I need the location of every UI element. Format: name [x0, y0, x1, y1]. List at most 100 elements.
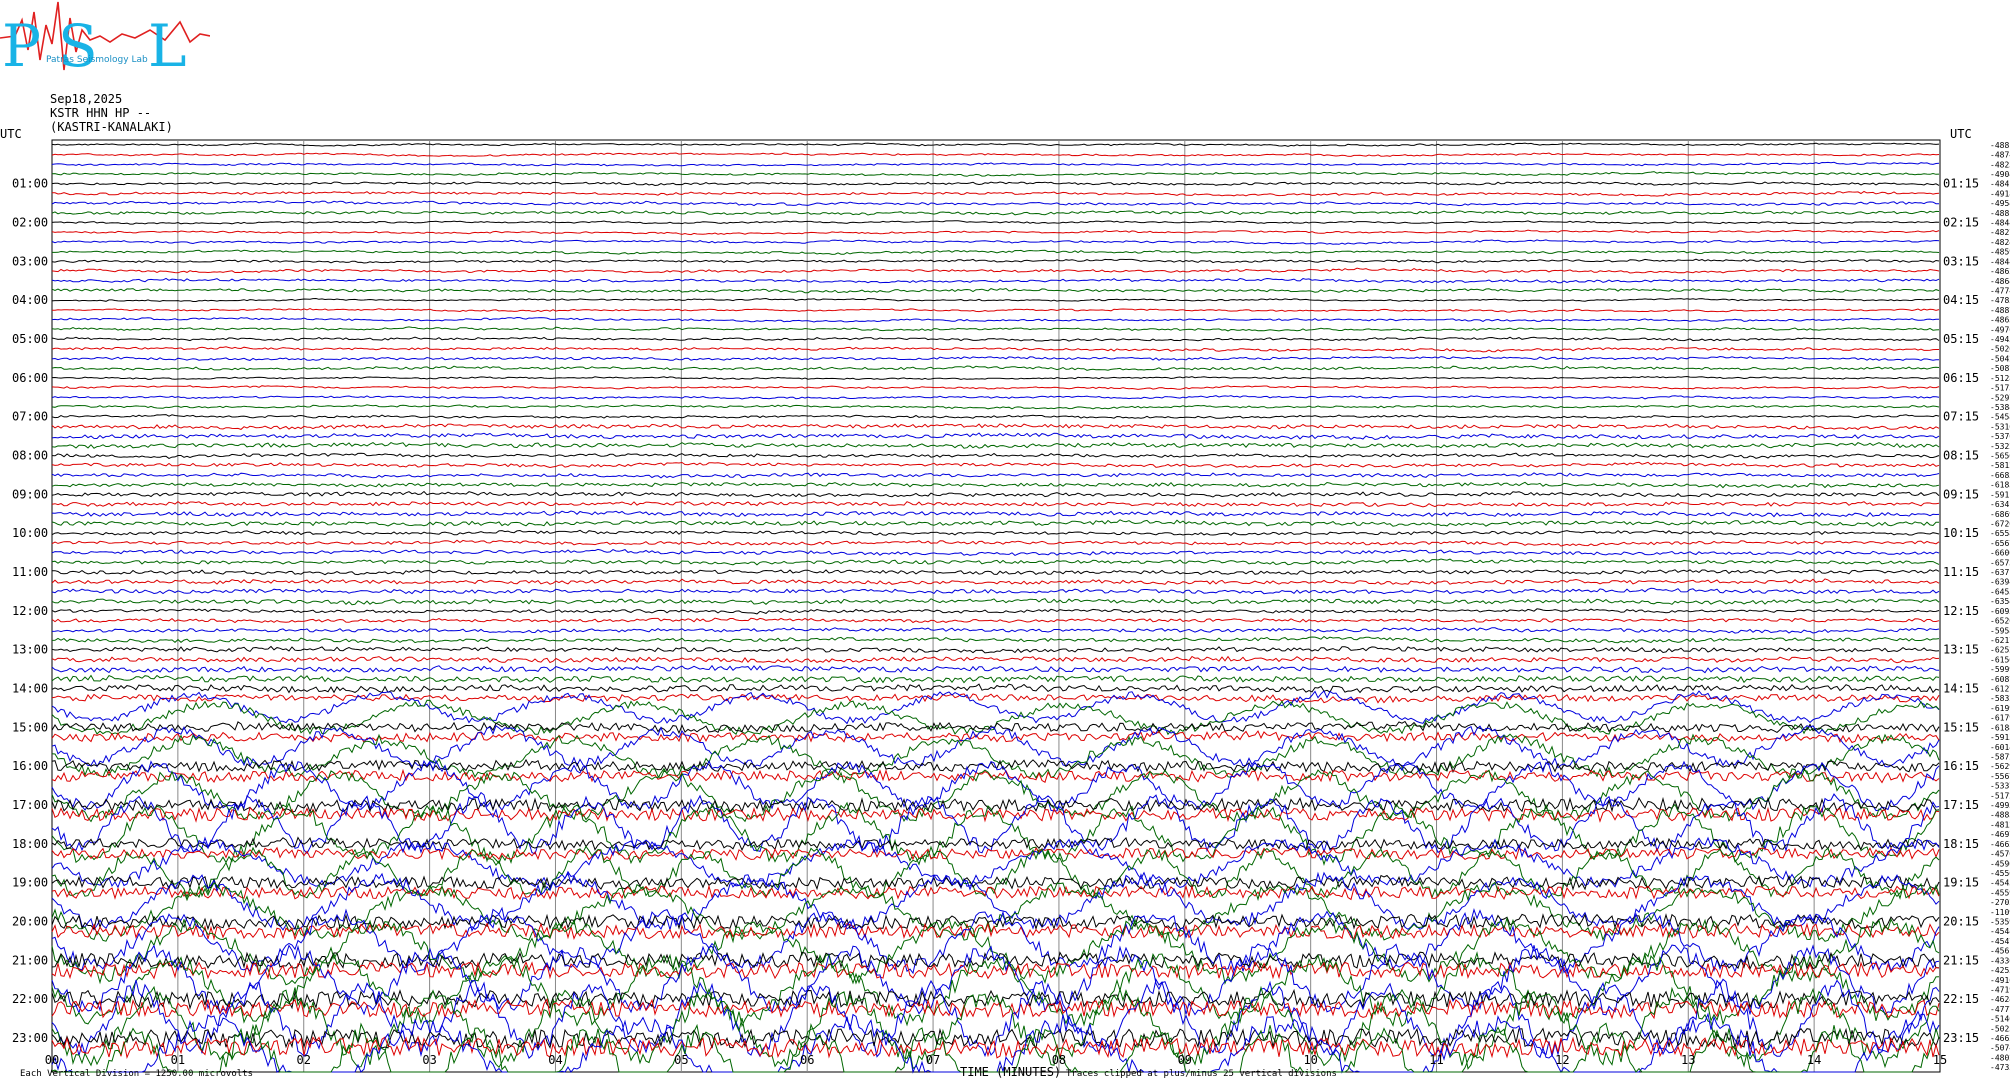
trace-value-label: -6869	[1990, 510, 2010, 519]
trace-value-label: -5656	[1990, 452, 2010, 461]
trace-value-label: -6179	[1990, 714, 2010, 723]
trace-value-label: -4874	[1990, 151, 2010, 160]
trace-value-label: -6394	[1990, 578, 2010, 587]
right-hour-label: 18:15	[1943, 837, 1979, 851]
trace-value-label: -4859	[1990, 248, 2010, 257]
right-hour-label: 02:15	[1943, 216, 1979, 230]
trace-value-label: -4862	[1990, 267, 2010, 276]
trace-value-label: -4802	[1990, 1053, 2010, 1062]
seismic-trace	[51, 346, 1939, 353]
left-hour-label: 09:00	[12, 487, 48, 501]
trace-value-label: -5567	[1990, 772, 2010, 781]
seismic-trace	[51, 267, 1940, 274]
trace-value-label: -6720	[1990, 519, 2010, 528]
seismic-trace	[51, 297, 1940, 302]
minute-tick-label: 05	[674, 1053, 688, 1067]
left-hour-label: 16:00	[12, 759, 48, 773]
seismic-trace	[51, 558, 1940, 566]
right-hour-label: 21:15	[1943, 953, 1979, 967]
trace-value-label: -6127	[1990, 685, 2010, 694]
time-axis-label: TIME (MINUTES)	[960, 1065, 1061, 1079]
left-hour-label: 01:00	[12, 177, 48, 191]
trace-value-label: -4827	[1990, 228, 2010, 237]
right-hour-label: 05:15	[1943, 332, 1979, 346]
right-hour-label: 09:15	[1943, 487, 1979, 501]
left-hour-label: 13:00	[12, 643, 48, 657]
trace-value-label: -6371	[1990, 568, 2010, 577]
minute-tick-label: 09	[1178, 1053, 1192, 1067]
left-hour-label: 11:00	[12, 565, 48, 579]
trace-value-label: -6573	[1990, 558, 2010, 567]
seismic-trace	[51, 674, 1940, 684]
trace-value-label: -6252	[1990, 646, 2010, 655]
trace-value-label: -5087	[1990, 364, 2010, 373]
trace-value-label: -4844	[1990, 257, 2010, 266]
seismic-trace	[51, 181, 1940, 187]
trace-value-label: -4561	[1990, 947, 2010, 956]
trace-value-label: -5172	[1990, 791, 2010, 800]
trace-value-label: -5911	[1990, 490, 2010, 499]
seismic-trace	[51, 1035, 1940, 1060]
seismic-trace	[51, 472, 1940, 479]
minute-tick-label: 06	[800, 1053, 814, 1067]
seismic-trace	[51, 432, 1940, 441]
left-hour-label: 10:00	[12, 526, 48, 540]
trace-value-label: -5128	[1990, 374, 2010, 383]
trace-value-label: -4545	[1990, 879, 2010, 888]
seismic-trace	[51, 442, 1940, 449]
seismic-trace	[51, 452, 1940, 459]
seismic-trace	[51, 608, 1940, 615]
trace-value-label: -4824	[1990, 238, 2010, 247]
trace-value-label: -4255	[1990, 966, 2010, 975]
trace-value-label: -4865	[1990, 316, 2010, 325]
trace-value-label: -5384	[1990, 403, 2010, 412]
right-hour-label: 12:15	[1943, 604, 1979, 618]
minute-tick-label: 02	[297, 1053, 311, 1067]
right-hour-label: 22:15	[1943, 992, 1979, 1006]
seismic-trace	[51, 287, 1940, 294]
seismic-trace	[51, 655, 1940, 664]
seismic-trace	[51, 220, 1940, 225]
right-hour-label: 03:15	[1943, 254, 1979, 268]
seismic-trace	[51, 490, 1940, 498]
trace-value-label: -4774	[1990, 286, 2010, 295]
minute-tick-label: 10	[1303, 1053, 1317, 1067]
trace-value-label: -5999	[1990, 665, 2010, 674]
trace-value-label: -4918	[1990, 189, 2010, 198]
trace-value-label: -5913	[1990, 733, 2010, 742]
left-hour-label: 04:00	[12, 293, 48, 307]
seismic-trace	[51, 768, 1940, 784]
trace-value-label: -4570	[1990, 850, 2010, 859]
trace-value-label: -5337	[1990, 782, 2010, 791]
seismic-trace	[51, 500, 1940, 508]
left-hour-label: 15:00	[12, 720, 48, 734]
right-hour-label: 01:15	[1943, 177, 1979, 191]
right-hour-label: 14:15	[1943, 682, 1979, 696]
trace-value-label: -4733	[1990, 1063, 2010, 1072]
trace-value-label: -4624	[1990, 995, 2010, 1004]
seismic-trace	[51, 200, 1939, 207]
left-hour-label: 02:00	[12, 216, 48, 230]
seismic-trace	[51, 529, 1940, 536]
trace-value-label: -6567	[1990, 539, 2010, 548]
minute-tick-label: 14	[1807, 1053, 1821, 1067]
left-hour-label: 05:00	[12, 332, 48, 346]
trace-value-label: -5310	[1990, 422, 2010, 431]
trace-value-label: -4993	[1990, 801, 2010, 810]
seismic-trace	[51, 548, 1940, 556]
seismic-trace	[51, 210, 1940, 216]
seismic-trace	[51, 978, 1940, 1059]
trace-value-label: -6217	[1990, 636, 2010, 645]
trace-value-label: -4556	[1990, 869, 2010, 878]
trace-value-label: -5173	[1990, 384, 2010, 393]
seismic-trace	[51, 730, 1940, 744]
trace-value-label: -4777	[1990, 1005, 2010, 1014]
trace-value-label: -4590	[1990, 859, 2010, 868]
seismic-trace	[51, 190, 1940, 197]
seismic-trace	[51, 481, 1940, 489]
right-hour-label: 23:15	[1943, 1031, 1979, 1045]
trace-value-label: -6087	[1990, 675, 2010, 684]
trace-value-label: -6600	[1990, 549, 2010, 558]
left-hour-label: 22:00	[12, 992, 48, 1006]
trace-value-label: -5146	[1990, 1015, 2010, 1024]
